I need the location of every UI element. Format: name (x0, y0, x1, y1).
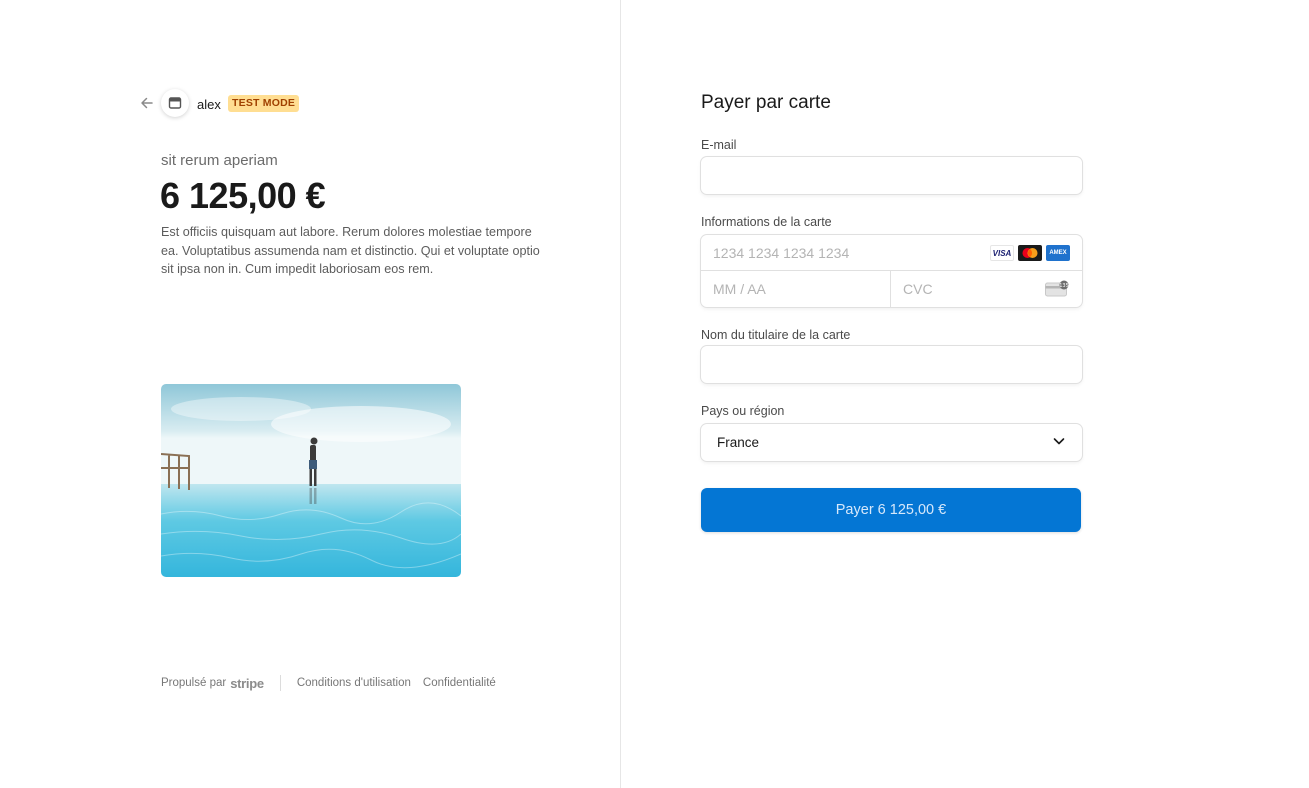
payment-form-panel: Payer par carte E-mail Informations de l… (621, 0, 1309, 788)
email-field[interactable] (701, 157, 1082, 194)
footer-divider (279, 675, 281, 691)
cvc-field[interactable]: CVC 135 (891, 271, 1082, 307)
svg-text:135: 135 (1059, 283, 1069, 289)
powered-by-label: Propulsé par (161, 677, 227, 689)
stripe-logo: stripe (230, 675, 264, 691)
country-label: Pays ou région (701, 404, 785, 418)
powered-by-stripe[interactable]: Propulsé par stripe (161, 676, 264, 691)
pay-button[interactable]: Payer 6 125,00 € (701, 488, 1081, 532)
card-info-label: Informations de la carte (701, 215, 832, 229)
country-value: France (717, 435, 760, 450)
mastercard-icon (1018, 245, 1042, 261)
cardholder-label: Nom du titulaire de la carte (701, 328, 851, 342)
email-label: E-mail (701, 138, 737, 152)
test-mode-badge: TEST MODE (228, 95, 300, 112)
product-name: sit rerum aperiam (161, 152, 278, 169)
form-title: Payer par carte (701, 92, 831, 113)
card-info-group: 1234 1234 1234 1234 VISA AMEX MM / AA CV… (701, 235, 1082, 307)
terms-link[interactable]: Conditions d'utilisation (297, 677, 411, 689)
card-number-field[interactable]: 1234 1234 1234 1234 VISA AMEX (701, 235, 1082, 271)
product-image (161, 384, 461, 577)
merchant-store-icon (161, 89, 189, 117)
country-select[interactable]: France (701, 424, 1082, 461)
card-number-placeholder: 1234 1234 1234 1234 (713, 244, 850, 261)
back-arrow-icon[interactable] (139, 95, 155, 111)
expiry-field[interactable]: MM / AA (701, 271, 891, 307)
cardholder-name-field[interactable] (701, 346, 1082, 383)
product-price: 6 125,00 € (160, 175, 326, 216)
privacy-link[interactable]: Confidentialité (423, 677, 496, 689)
amex-icon: AMEX (1046, 245, 1070, 261)
pay-button-label: Payer 6 125,00 € (835, 502, 947, 518)
visa-icon: VISA (990, 245, 1014, 261)
merchant-name: alex (197, 97, 221, 112)
cvc-card-icon: 135 (1045, 280, 1070, 302)
cvc-placeholder: CVC (903, 281, 933, 297)
expiry-placeholder: MM / AA (713, 281, 766, 297)
product-description: Est officiis quisquam aut labore. Rerum … (161, 225, 540, 276)
order-summary-panel: alex TEST MODE sit rerum aperiam 6 125,0… (0, 0, 621, 788)
card-brands: VISA AMEX (990, 245, 1070, 261)
footer: Propulsé par stripe Conditions d'utilisa… (161, 675, 496, 691)
chevron-down-icon (1052, 434, 1066, 451)
